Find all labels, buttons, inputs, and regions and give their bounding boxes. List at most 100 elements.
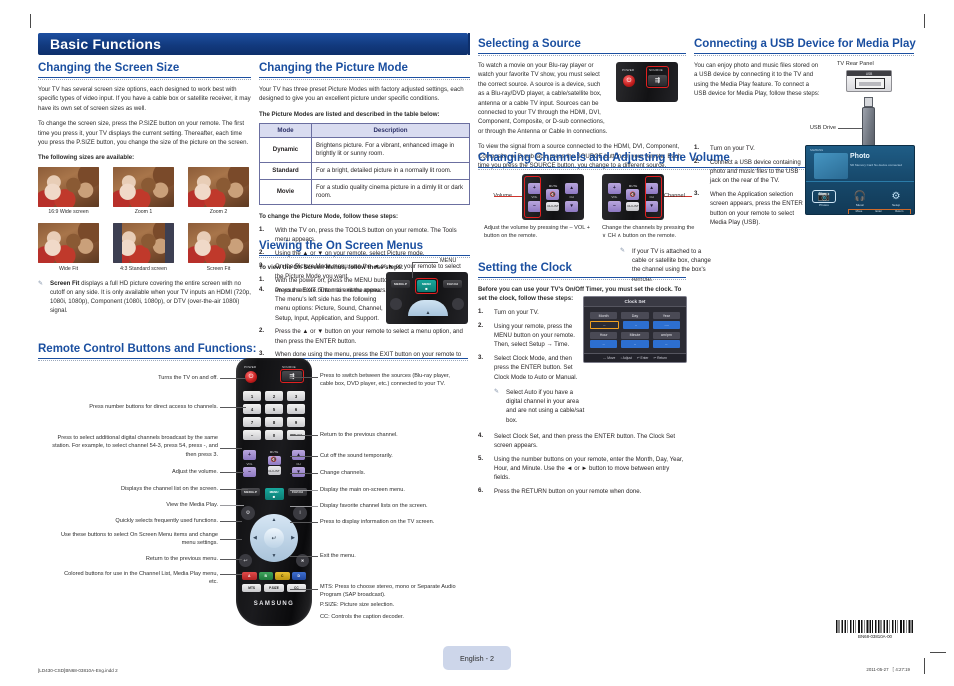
table-row: Dynamic Brightens picture. For a vibrant…: [259, 137, 470, 164]
note-text: Select Auto if you have a digital channe…: [506, 388, 585, 424]
tools-key[interactable]: ⚙: [241, 506, 255, 520]
field-value-day[interactable]: --: [622, 320, 650, 329]
usb-steps: 1. Turn on your TV. 2. Connect a USB devic…: [694, 144, 804, 227]
color-buttons-row: A B C D: [242, 572, 306, 580]
field-value-hour[interactable]: --: [590, 340, 618, 349]
menu-key-highlight: [415, 278, 438, 294]
field-value-year[interactable]: ----: [653, 320, 681, 329]
heading-rule: [259, 257, 470, 258]
heading-rule: [478, 55, 686, 56]
dpad-up-icon: ▲: [271, 517, 277, 523]
callout-source-line: [290, 377, 318, 378]
app-tile-photos[interactable]: 📷 Photos: [812, 189, 836, 207]
callout-volume-line: [220, 472, 244, 473]
field-value-ampm[interactable]: --: [652, 340, 680, 349]
key-8[interactable]: 8: [265, 417, 283, 427]
callout-favch: Display favorite channel lists on the sc…: [320, 503, 428, 509]
step-item: 3. When the Application selection screen …: [694, 190, 804, 227]
clock-set-fields: Month Day Year -- -- ---- Hour Minute am…: [584, 307, 686, 349]
app-tile-music[interactable]: 🎧 Music: [849, 191, 871, 208]
thumbnail-caption: 16:9 Wide screen: [48, 209, 89, 216]
step-number: 2.: [694, 157, 700, 165]
step-number: 1.: [259, 276, 265, 284]
dpad-down-icon: ▼: [271, 553, 277, 559]
key-0[interactable]: 0: [265, 430, 283, 440]
screen-fit-note: ✎ Screen Fit displays a full HD picture …: [38, 279, 251, 316]
channel-up-key[interactable]: ▴: [292, 450, 305, 460]
column-usb-steps: 1. Turn on your TV. 2. Connect a USB devic…: [694, 142, 804, 233]
mts-key[interactable]: MTS: [242, 584, 262, 592]
step-number: 3.: [478, 354, 484, 361]
callout-dpad-line: [220, 539, 242, 540]
heading-picture-mode: Changing the Picture Mode: [259, 62, 470, 78]
step-number: 4.: [478, 431, 484, 439]
channel-callout-label: Channel: [664, 193, 685, 199]
usb-connector: [864, 97, 873, 107]
app-tile-setup[interactable]: ⚙ Setup: [885, 191, 907, 208]
field-value-month[interactable]: --: [590, 320, 619, 329]
mute-column: MUTE 🔇 CH LIST: [267, 450, 281, 477]
thumbnail-caption: Zoom 2: [209, 209, 228, 216]
thumbnail-image: [38, 223, 99, 264]
key-4[interactable]: 4: [243, 404, 261, 414]
color-button-c[interactable]: C: [275, 572, 290, 580]
callout-info-line: [290, 522, 318, 523]
color-button-a[interactable]: A: [242, 572, 257, 580]
key-7[interactable]: 7: [243, 417, 261, 427]
channel-key-label: CH: [569, 195, 574, 199]
callout-channels-line: [290, 473, 318, 474]
info-key[interactable]: i: [293, 506, 307, 520]
callout-mute-line: [290, 456, 318, 457]
table-cell-description: Brightens picture. For a vibrant, enhanc…: [311, 137, 470, 164]
mute-key[interactable]: 🔇: [267, 455, 281, 465]
menu-callout-vline: [412, 262, 413, 278]
color-button-b[interactable]: B: [258, 572, 273, 580]
mute-label: MUTE: [548, 183, 558, 188]
key-3[interactable]: 3: [287, 391, 305, 401]
power-button-icon[interactable]: ⏻: [245, 371, 257, 383]
callout-mts-line: [290, 589, 318, 590]
enter-key[interactable]: ↵: [264, 528, 284, 548]
footer-enter: ↵ Enter: [636, 356, 649, 360]
banner-end-cap: [468, 33, 470, 55]
thumbnail-zoom2: Zoom 2: [188, 166, 249, 216]
key-dash[interactable]: –: [243, 430, 261, 440]
step-number: 6.: [478, 487, 484, 495]
table-cell-mode: Standard: [259, 162, 312, 180]
table-cell-mode: Dynamic: [259, 137, 312, 164]
heading-rule: [38, 79, 251, 80]
usb-port-icon: [855, 78, 885, 89]
callout-psize: P.SIZE: Picture size selection.: [320, 602, 395, 608]
cc-key[interactable]: CC: [286, 584, 306, 592]
ch-list-key[interactable]: CH LIST: [267, 466, 281, 475]
source-button-highlight: [646, 66, 669, 88]
volume-key-label: VOL: [611, 195, 618, 199]
channel-keys-highlight: [645, 176, 662, 218]
picture-mode-paragraph-1: Your TV has three preset Picture Modes w…: [259, 86, 464, 103]
thumbnail-4-3: 4:3 Standard screen: [113, 223, 174, 272]
key-5[interactable]: 5: [265, 404, 283, 414]
column-screen-size: Changing the Screen Size Your TV has sev…: [38, 62, 251, 316]
menu-key[interactable]: MENU ■: [264, 488, 284, 500]
field-value-minute[interactable]: --: [621, 340, 649, 349]
channel-down-key[interactable]: ▾: [292, 467, 305, 477]
key-1[interactable]: 1: [243, 391, 261, 401]
key-6[interactable]: 6: [287, 404, 305, 414]
volume-down-key[interactable]: –: [243, 467, 256, 477]
volume-up-key[interactable]: +: [243, 450, 256, 460]
field-label-month: Month: [590, 312, 618, 320]
key-9[interactable]: 9: [287, 417, 305, 427]
step-text: Connect a USB device containing photo an…: [710, 158, 801, 185]
psize-key[interactable]: P.SIZE: [264, 584, 284, 592]
key-2[interactable]: 2: [265, 391, 283, 401]
remote-keypad: 1 2 3 4 5 6 7 8 9 – 0 PRE-CH: [243, 391, 305, 440]
picture-mode-steps-lead: To change the Picture Mode, follow these…: [259, 213, 399, 221]
return-key[interactable]: ↩: [239, 554, 252, 567]
step-text: When the Application selection screen ap…: [710, 191, 803, 227]
picture-mode-table-lead: The Picture Modes are listed and describ…: [259, 110, 440, 118]
remote-control-illustration: POWER ⏻ SOURCE ⇶ 1 2 3 4 5 6 7 8 9 – 0 P…: [236, 358, 312, 626]
volume-caption: Adjust the volume by pressing the – VOL …: [484, 225, 590, 240]
clock-set-dialog: Clock Set Month Day Year -- -- ---- Hour…: [583, 296, 687, 363]
color-button-d[interactable]: D: [291, 572, 306, 580]
remote-mediap-key: MEDIA.P: [391, 280, 410, 288]
